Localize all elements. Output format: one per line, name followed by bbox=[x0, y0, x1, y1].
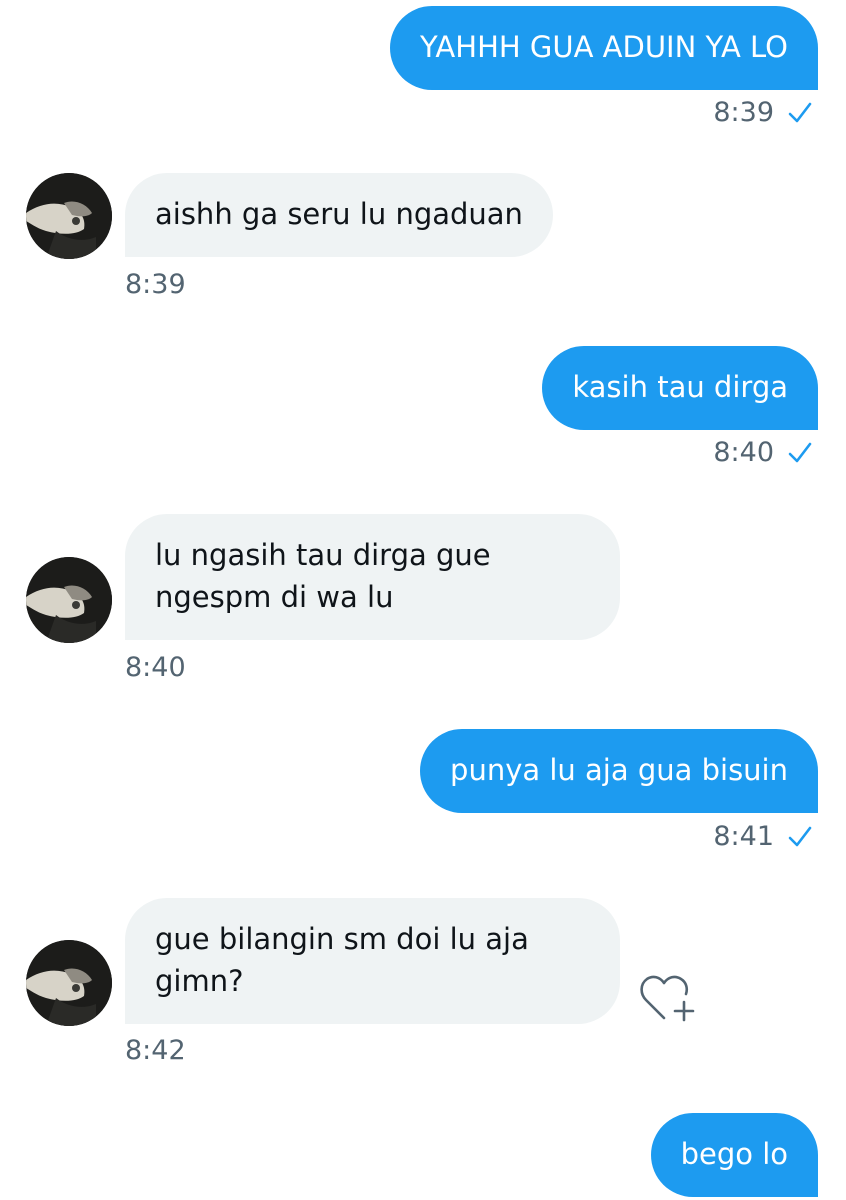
sent-message-bubble[interactable]: YAHHH GUA ADUIN YA LO bbox=[389, 6, 818, 90]
avatar[interactable] bbox=[26, 173, 112, 259]
avatar-image bbox=[26, 557, 112, 643]
check-icon bbox=[788, 442, 812, 463]
message-timestamp: 8:41 bbox=[713, 820, 812, 854]
message-timestamp: 8:39 bbox=[125, 268, 186, 302]
message-text-line: lu ngasih tau dirga gue bbox=[155, 538, 491, 572]
avatar-image bbox=[26, 173, 112, 259]
timestamp-text: 8:39 bbox=[713, 97, 774, 128]
timestamp-text: 8:42 bbox=[125, 1035, 186, 1066]
message-timestamp: 8:40 bbox=[125, 651, 186, 685]
message-text-line: ngespm di wa lu bbox=[155, 580, 394, 614]
avatar[interactable] bbox=[26, 557, 112, 643]
check-icon bbox=[788, 826, 812, 847]
message-timestamp: 8:40 bbox=[713, 436, 812, 470]
received-message-bubble[interactable]: gue bilangin sm doi lu aja gimn? bbox=[125, 898, 620, 1024]
timestamp-text: 8:40 bbox=[125, 652, 186, 683]
sent-message-bubble[interactable]: kasih tau dirga bbox=[542, 346, 818, 430]
timestamp-text: 8:39 bbox=[125, 269, 186, 300]
sent-message-bubble[interactable]: bego lo bbox=[650, 1113, 818, 1197]
message-text: bego lo bbox=[680, 1137, 788, 1171]
received-message-bubble[interactable]: aishh ga seru lu ngaduan bbox=[125, 173, 553, 257]
message-text: aishh ga seru lu ngaduan bbox=[155, 197, 523, 231]
message-text: kasih tau dirga bbox=[572, 370, 788, 404]
sent-message-bubble[interactable]: punya lu aja gua bisuin bbox=[420, 729, 818, 813]
message-text: YAHHH GUA ADUIN YA LO bbox=[419, 30, 788, 64]
message-timestamp: 8:42 bbox=[125, 1034, 186, 1068]
check-icon bbox=[788, 102, 812, 123]
received-message-bubble[interactable]: lu ngasih tau dirga gue ngespm di wa lu bbox=[125, 514, 620, 640]
heart-plus-icon[interactable] bbox=[638, 970, 698, 1026]
message-text: punya lu aja gua bisuin bbox=[450, 753, 788, 787]
message-timestamp: 8:39 bbox=[713, 96, 812, 130]
message-text-line: gimn? bbox=[155, 964, 244, 998]
timestamp-text: 8:40 bbox=[713, 437, 774, 468]
timestamp-text: 8:41 bbox=[713, 821, 774, 852]
message-text-line: gue bilangin sm doi lu aja bbox=[155, 922, 529, 956]
avatar-image bbox=[26, 940, 112, 1026]
avatar[interactable] bbox=[26, 940, 112, 1026]
